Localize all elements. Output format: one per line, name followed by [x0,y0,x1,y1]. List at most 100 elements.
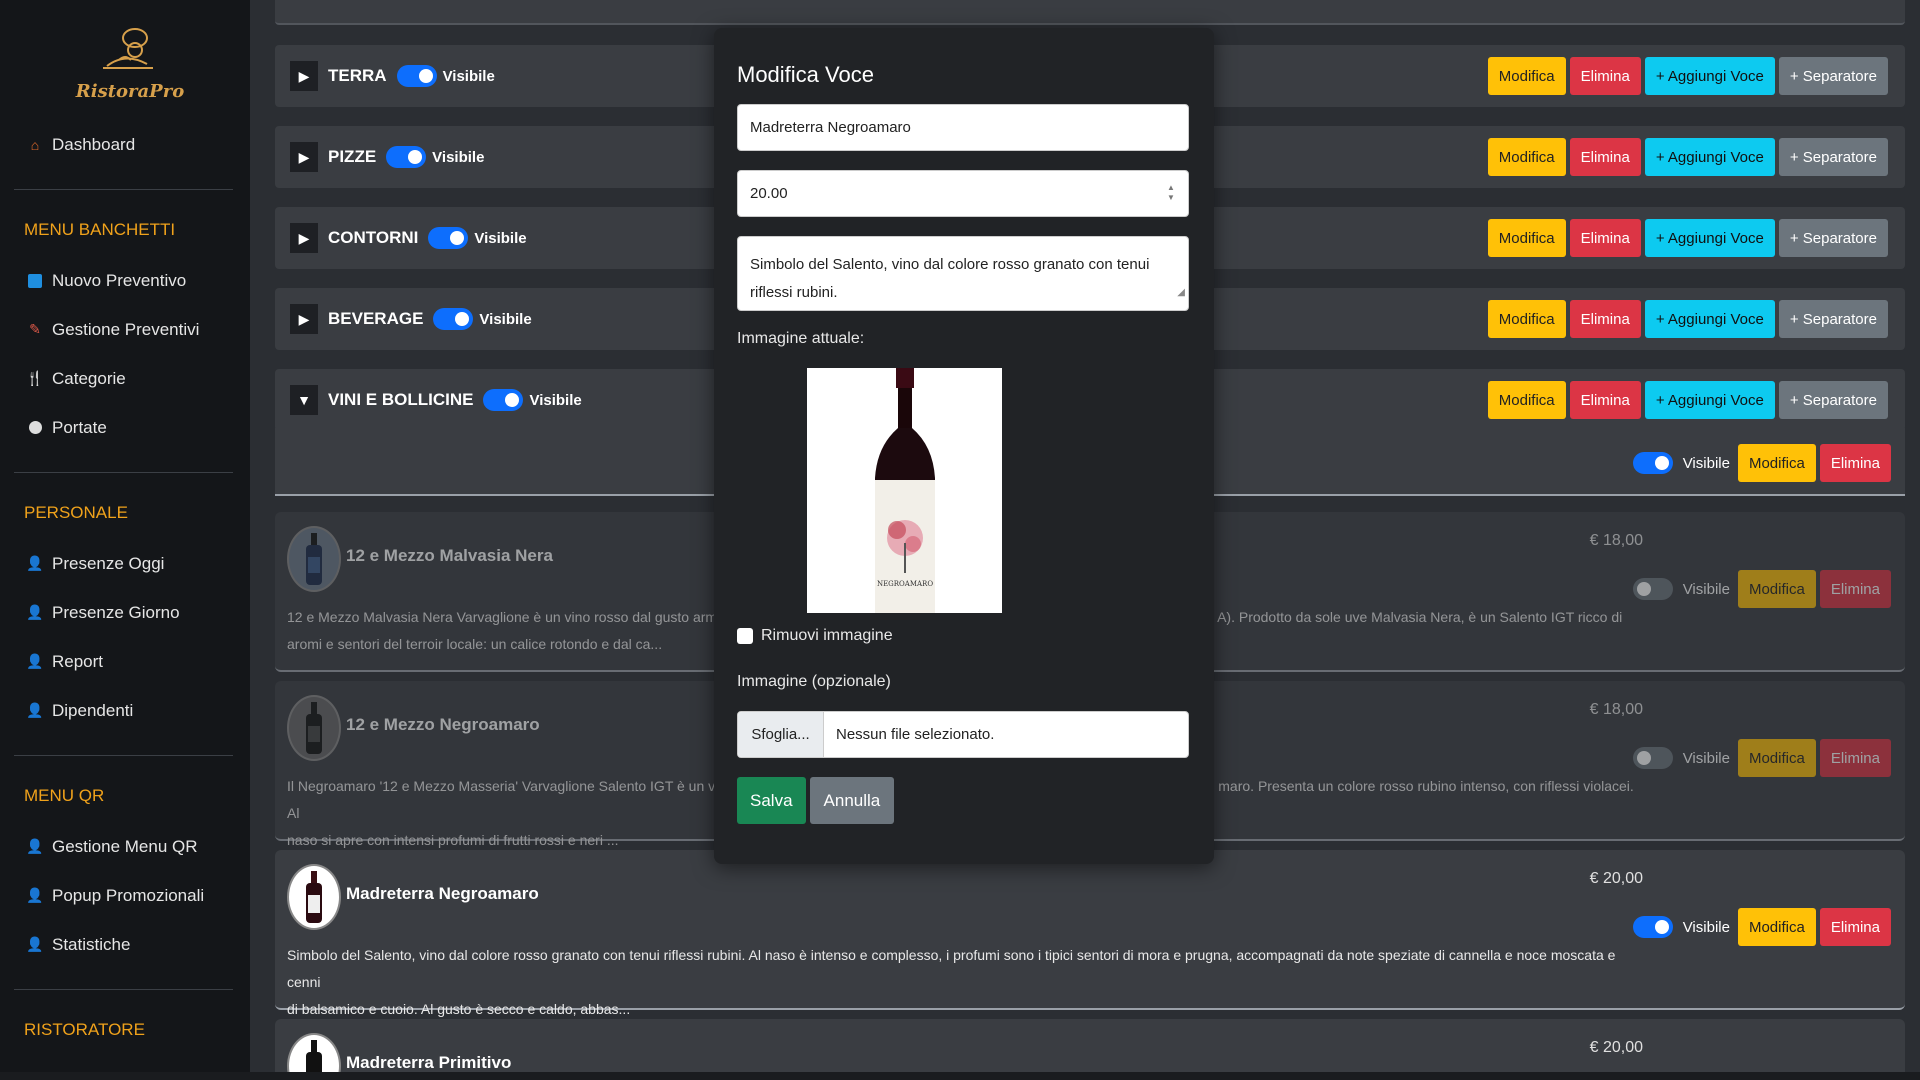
file-input[interactable]: Sfoglia... Nessun file selezionato. [737,711,1189,758]
sidebar-divider [14,755,233,756]
edit-item-button[interactable]: Modifica [1737,570,1816,608]
sidebar-section-menu-banchetti: MENU BANCHETTI [24,220,176,239]
visibility-toggle[interactable] [428,227,469,249]
delete-item-button[interactable]: Elimina [1819,908,1891,946]
browse-button[interactable]: Sfoglia... [738,712,824,757]
chef-logo-icon [103,27,153,69]
user-icon: 👤 [26,555,44,571]
visibility-toggle[interactable] [1632,747,1673,769]
visibility-label: Visibile [474,229,527,247]
price-input[interactable]: 20.00 ▲ ▼ [737,170,1189,217]
sidebar: RistoraPro ⌂ Dashboard MENU BANCHETTI Nu… [0,0,250,1080]
visibility-toggle[interactable] [396,65,437,87]
sidebar-item-categorie[interactable]: 🍴 Categorie [0,354,250,403]
number-spinner-icon[interactable]: ▲ ▼ [1164,183,1178,205]
add-item-button[interactable]: + Aggiungi Voce [1644,138,1775,176]
sidebar-item-nuovo-preventivo[interactable]: Nuovo Preventivo [0,256,250,305]
expand-arrow-icon[interactable]: ▶ [290,223,318,253]
delete-category-button[interactable]: Elimina [1569,300,1641,338]
add-separator-button[interactable]: + Separatore [1778,381,1888,419]
remove-image-label: Rimuovi immagine [761,627,893,644]
category-name: VINI E BOLLICINE [328,390,474,409]
sidebar-item-gestione-menu-qr[interactable]: 👤 Gestione Menu QR [0,822,250,871]
edit-category-button[interactable]: Modifica [1487,300,1566,338]
edit-category-button[interactable]: Modifica [1487,219,1566,257]
edit-separator-button[interactable]: Modifica [1737,444,1816,482]
delete-separator-button[interactable]: Elimina [1819,444,1891,482]
edit-item-button[interactable]: Modifica [1737,739,1816,777]
edit-item-button[interactable]: Modifica [1737,908,1816,946]
visibility-toggle[interactable] [1632,452,1673,474]
expand-arrow-icon[interactable]: ▶ [290,61,318,91]
add-separator-button[interactable]: + Separatore [1778,219,1888,257]
visibility-toggle[interactable] [433,308,474,330]
expand-arrow-icon[interactable]: ▶ [290,304,318,334]
add-item-button[interactable]: + Aggiungi Voce [1644,300,1775,338]
delete-item-button[interactable]: Elimina [1819,570,1891,608]
sidebar-item-statistiche[interactable]: 👤 Statistiche [0,920,250,969]
brand-logo[interactable]: RistoraPro [55,20,205,105]
item-description-line1: 12 e Mezzo Malvasia Nera Varvaglione è u… [287,609,718,625]
item-price: € 20,00 [1589,1039,1643,1056]
edit-category-button[interactable]: Modifica [1487,138,1566,176]
edit-item-modal: Modifica Voce Madreterra Negroamaro 20.0… [714,28,1214,864]
sidebar-item-report[interactable]: 👤 Report [0,637,250,686]
visibility-toggle[interactable] [1632,578,1673,600]
delete-category-button[interactable]: Elimina [1569,138,1641,176]
sidebar-item-label: Statistiche [52,934,131,954]
add-item-button[interactable]: + Aggiungi Voce [1644,57,1775,95]
sidebar-item-popup-promozionali[interactable]: 👤 Popup Promozionali [0,871,250,920]
save-button[interactable]: Salva [737,777,806,824]
logo-text: RistoraPro [75,80,185,102]
sidebar-item-presenze-giorno[interactable]: 👤 Presenze Giorno [0,588,250,637]
visibility-label: Visibile [479,310,532,328]
resize-handle-icon[interactable]: ◢ [1177,279,1185,307]
sidebar-item-presenze-oggi[interactable]: 👤 Presenze Oggi [0,539,250,588]
description-textarea[interactable]: Simbolo del Salento, vino dal colore ros… [737,236,1189,311]
item-description-line2: aromi e sentori del terroir locale: un c… [287,636,663,652]
add-item-button[interactable]: + Aggiungi Voce [1644,219,1775,257]
add-separator-button[interactable]: + Separatore [1778,57,1888,95]
remove-image-checkbox[interactable] [737,628,753,644]
visibility-toggle[interactable] [483,389,524,411]
bottle-label-text: NEGROAMARO [877,580,933,588]
user-icon: 👤 [26,604,44,620]
sidebar-section-personale: PERSONALE [24,503,128,522]
add-item-button[interactable]: + Aggiungi Voce [1644,381,1775,419]
wine-bottle-image: NEGROAMARO [875,368,935,613]
name-input[interactable]: Madreterra Negroamaro [737,104,1189,151]
sidebar-item-label: Portate [52,417,107,437]
delete-category-button[interactable]: Elimina [1569,219,1641,257]
sidebar-item-label: Nuovo Preventivo [52,270,187,290]
sidebar-divider [14,189,233,190]
delete-category-button[interactable]: Elimina [1569,381,1641,419]
edit-category-button[interactable]: Modifica [1487,381,1566,419]
expand-arrow-icon[interactable]: ▶ [290,142,318,172]
item-price: € 18,00 [1589,532,1643,549]
delete-category-button[interactable]: Elimina [1569,57,1641,95]
remove-image-checkbox-row[interactable]: Rimuovi immagine [737,627,1188,645]
visibility-toggle[interactable] [1632,916,1673,938]
cancel-button[interactable]: Annulla [809,777,895,824]
add-separator-button[interactable]: + Separatore [1778,300,1888,338]
sidebar-item-portate[interactable]: Portate [0,403,250,452]
sidebar-item-label: Presenze Giorno [52,602,180,622]
delete-item-button[interactable]: Elimina [1819,739,1891,777]
edit-category-button[interactable]: Modifica [1487,57,1566,95]
item-description: Simbolo del Salento, vino dal colore ros… [287,942,1647,1023]
user-icon: 👤 [26,653,44,669]
item-thumbnail [287,695,341,761]
sidebar-item-dashboard[interactable]: ⌂ Dashboard [0,120,250,169]
visibility-label: Visibile [442,67,495,85]
sidebar-item-gestione-preventivi[interactable]: ✎ Gestione Preventivi [0,305,250,354]
visibility-toggle[interactable] [386,146,427,168]
sidebar-divider [14,989,233,990]
sidebar-item-label: Dipendenti [52,700,134,720]
current-image: NEGROAMARO [807,368,1002,613]
item-description-line2: di balsamico e cuoio. Al gusto è secco e… [287,1001,631,1017]
sidebar-divider [14,472,233,473]
sidebar-item-dipendenti[interactable]: 👤 Dipendenti [0,686,250,735]
collapse-arrow-icon[interactable]: ▼ [290,385,318,415]
menu-item-card: Madreterra Primitivo € 20,00 [275,1019,1905,1080]
add-separator-button[interactable]: + Separatore [1778,138,1888,176]
